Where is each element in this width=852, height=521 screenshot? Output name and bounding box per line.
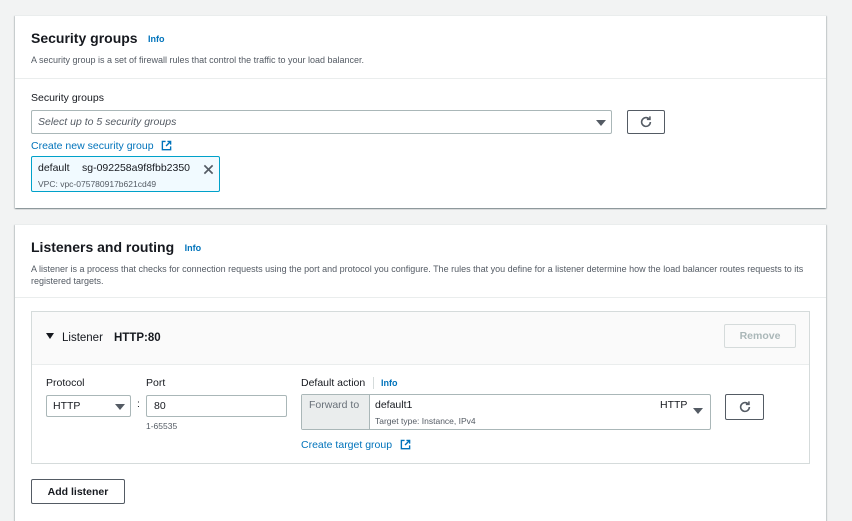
port-value: 80 (154, 400, 166, 412)
security-groups-info-link[interactable]: Info (148, 34, 165, 44)
token-vpc: VPC: vpc-075780917b621cd49 (38, 179, 157, 189)
collapse-caret-icon[interactable] (46, 333, 54, 339)
create-target-group-link[interactable]: Create target group (301, 435, 411, 453)
security-groups-header: Security groups Info A security group is… (15, 16, 826, 79)
listeners-info-link[interactable]: Info (185, 243, 202, 253)
target-group-desc: Target type: Instance, IPv4 (375, 416, 476, 426)
security-group-token: default sg-092258a9f8fbb2350 VPC: vpc-07… (31, 156, 220, 192)
port-input[interactable]: 80 (146, 395, 287, 417)
port-hint: 1-65535 (146, 421, 178, 431)
listener-prefix: Listener (62, 332, 103, 344)
add-listener-button[interactable]: Add listener (31, 479, 125, 504)
listeners-description: A listener is a process that checks for … (31, 264, 804, 286)
default-action-info-link[interactable]: Info (381, 378, 398, 388)
create-target-group-label: Create target group (301, 439, 393, 451)
security-groups-title: Security groups (31, 30, 138, 46)
refresh-security-groups-button[interactable] (627, 110, 665, 134)
listener-name: HTTP:80 (114, 332, 161, 344)
refresh-icon (640, 116, 652, 128)
security-groups-field-label: Security groups (31, 92, 104, 104)
target-group-name: default1 (375, 399, 413, 411)
token-group-name: default (38, 162, 70, 174)
security-groups-panel: Security groups Info A security group is… (15, 15, 826, 208)
listeners-panel: Listeners and routing Info A listener is… (15, 224, 826, 521)
create-security-group-label: Create new security group (31, 140, 154, 152)
listener-header: Listener HTTP:80 Remove (32, 312, 809, 365)
protocol-select[interactable]: HTTP (46, 395, 131, 417)
caret-down-icon (693, 408, 703, 414)
security-groups-description: A security group is a set of firewall ru… (31, 55, 365, 65)
refresh-target-groups-button[interactable] (725, 394, 764, 420)
default-action-select[interactable]: Forward to default1 Target type: Instanc… (301, 394, 711, 430)
forward-to-label: Forward to (309, 399, 360, 411)
listeners-header: Listeners and routing Info A listener is… (15, 225, 826, 298)
security-groups-select[interactable]: Select up to 5 security groups (31, 110, 612, 134)
protocol-value: HTTP (53, 400, 81, 412)
listeners-title: Listeners and routing (31, 239, 175, 255)
security-groups-placeholder: Select up to 5 security groups (38, 116, 177, 128)
port-label: Port (146, 377, 166, 389)
default-action-label: Default action (301, 377, 366, 389)
protocol-port-separator: : (137, 398, 140, 410)
protocol-label: Protocol (46, 377, 85, 389)
forward-to-addon: Forward to (302, 395, 370, 429)
create-security-group-link[interactable]: Create new security group (31, 136, 172, 154)
refresh-icon (739, 401, 750, 413)
default-action-separator (373, 377, 374, 389)
external-link-icon (400, 439, 410, 450)
dismiss-token-icon[interactable] (203, 164, 214, 175)
listener-container: Listener HTTP:80 Remove Protocol HTTP : … (31, 311, 810, 464)
remove-listener-button[interactable]: Remove (724, 324, 796, 348)
caret-down-icon (115, 404, 125, 410)
external-link-icon (161, 140, 172, 151)
caret-down-icon (596, 120, 606, 126)
token-group-id: sg-092258a9f8fbb2350 (82, 162, 191, 174)
target-group-protocol: HTTP (660, 399, 688, 411)
